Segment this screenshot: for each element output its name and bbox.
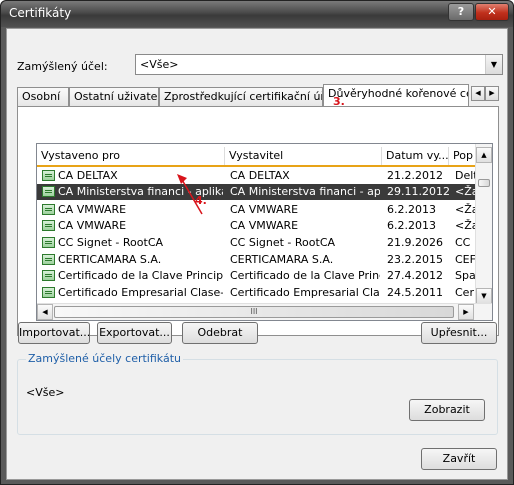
column-purposes[interactable]: Pop: [449, 147, 477, 165]
table-row[interactable]: Certificado Empresarial Clase-A Certific…: [37, 285, 477, 301]
annotation-arrow-head: [177, 174, 187, 184]
column-issuer[interactable]: Vystavitel: [225, 147, 382, 165]
cell-date: 6.2.2013: [387, 219, 436, 232]
column-issued-to[interactable]: Vystaveno pro: [37, 147, 225, 165]
certificate-icon: [42, 170, 55, 181]
certificate-icon: [42, 204, 55, 215]
cell-purpose: Delt: [455, 169, 477, 182]
cell-issuer: CA VMWARE: [230, 203, 299, 216]
help-button[interactable]: ?: [448, 3, 474, 21]
cell-issuer: CA DELTAX: [230, 169, 290, 182]
certificate-icon: [42, 287, 55, 298]
tab-personal[interactable]: Osobní: [17, 87, 69, 106]
cell-issued-to: CERTICAMARA S.A.: [58, 253, 162, 266]
cell-date: 27.4.2012: [387, 269, 443, 282]
cell-date: 23.2.2015: [387, 253, 443, 266]
cell-issued-to: CC Signet - RootCA: [58, 236, 164, 249]
cell-purpose: <Ža: [455, 185, 477, 198]
cell-date: 29.11.2012: [387, 185, 449, 198]
title-bar[interactable]: Certifikáty ? ✕: [1, 1, 513, 27]
scroll-right-icon[interactable]: ▶: [458, 304, 474, 320]
certificate-icon: [42, 254, 55, 265]
intended-purpose-label: Zamýšlený účel:: [17, 60, 108, 73]
certificate-icon: [42, 237, 55, 248]
cell-purpose: <Ža: [455, 219, 477, 232]
column-expiration[interactable]: Datum vy...: [382, 147, 449, 165]
vertical-scrollbar[interactable]: ▲ ▼: [475, 144, 492, 304]
annotation-step-4: 4.: [195, 194, 207, 207]
scroll-up-icon[interactable]: ▲: [476, 147, 492, 163]
cell-date: 21.9.2026: [387, 236, 443, 249]
tab-trusted-root-cas[interactable]: Důvěryhodné kořenové cert: [323, 84, 469, 107]
certificate-icon: [42, 270, 55, 281]
tab-scroll-left-icon[interactable]: ◀: [471, 86, 485, 101]
certificate-list[interactable]: Vystaveno pro Vystavitel Datum vy... Pop…: [36, 143, 493, 321]
window-title: Certifikáty: [9, 6, 72, 20]
scroll-down-icon[interactable]: ▼: [476, 288, 492, 304]
cell-purpose: CC: [455, 236, 471, 249]
table-row[interactable]: CA VMWARE CA VMWARE 6.2.2013 <Ža: [37, 202, 477, 218]
horizontal-scroll-thumb[interactable]: III: [54, 306, 454, 318]
cell-purpose: Spa: [455, 269, 476, 282]
table-row[interactable]: CERTICAMARA S.A. CERTICAMARA S.A. 23.2.2…: [37, 252, 477, 268]
tab-scroll-right-icon[interactable]: ▶: [485, 86, 499, 101]
advanced-button[interactable]: Upřesnit...: [421, 322, 497, 344]
chevron-down-icon[interactable]: ▼: [485, 55, 502, 74]
cell-date: 21.2.2012: [387, 169, 443, 182]
cell-issuer: Certificado de la Clave Princ...: [230, 269, 380, 282]
list-header: Vystaveno pro Vystavitel Datum vy... Pop: [37, 147, 477, 167]
table-row[interactable]: CA DELTAX CA DELTAX 21.2.2012 Delt: [37, 168, 477, 184]
vertical-scroll-thumb[interactable]: [478, 179, 490, 187]
cell-purpose: <Ža: [455, 203, 477, 216]
intended-purpose-select[interactable]: <Vše> ▼: [135, 54, 503, 75]
tab-intermediate-cas[interactable]: Zprostředkující certifikační úřady: [159, 87, 323, 106]
annotation-step-3: 3.: [333, 95, 345, 108]
intended-purposes-title: Zamýšlené účely certifikátu: [26, 352, 183, 365]
certificate-icon: [42, 186, 55, 197]
intended-purposes-group: Zamýšlené účely certifikátu <Vše>: [17, 352, 498, 435]
remove-button[interactable]: Odebrat: [182, 322, 258, 344]
cell-issuer: CA Ministerstva financi - apl...: [230, 185, 380, 198]
export-button[interactable]: Exportovat...: [97, 322, 172, 344]
cell-issuer: CC Signet - RootCA: [230, 236, 336, 249]
close-window-button[interactable]: ✕: [475, 3, 509, 21]
table-row[interactable]: CA VMWARE CA VMWARE 6.2.2013 <Ža: [37, 218, 477, 234]
intended-purpose-value: <Vše>: [140, 58, 179, 71]
certificate-store-tabs: Osobní Ostatní uživatelé Zprostředkující…: [17, 84, 499, 107]
table-row[interactable]: CC Signet - RootCA CC Signet - RootCA 21…: [37, 235, 477, 251]
certificate-icon: [42, 220, 55, 231]
cell-purpose: Cer: [455, 286, 474, 299]
cell-date: 6.2.2013: [387, 203, 436, 216]
certificates-dialog: Certifikáty ? ✕ Zamýšlený účel: <Vše> ▼ …: [0, 0, 514, 485]
tab-other-people[interactable]: Ostatní uživatelé: [69, 87, 159, 106]
close-button[interactable]: Zavřít: [421, 448, 497, 470]
dialog-client-area: Zamýšlený účel: <Vše> ▼ Osobní Ostatní u…: [6, 28, 508, 480]
view-button[interactable]: Zobrazit: [409, 399, 485, 421]
horizontal-scrollbar[interactable]: ◀ III ▶: [37, 303, 492, 320]
cell-issuer: CERTICAMARA S.A.: [230, 253, 334, 266]
cell-issuer: Certificado Empresarial Clas...: [230, 286, 380, 299]
cell-date: 24.5.2011: [387, 286, 443, 299]
scroll-left-icon[interactable]: ◀: [37, 304, 53, 320]
table-row-selected[interactable]: CA Ministerstva financi - aplikace CA Mi…: [37, 184, 477, 200]
cell-purpose: CEF: [455, 253, 476, 266]
table-row[interactable]: Certificado de la Clave Principal Certif…: [37, 268, 477, 284]
import-button[interactable]: Importovat...: [18, 322, 90, 344]
cell-issued-to: Certificado Empresarial Clase-A: [58, 286, 223, 299]
cell-issuer: CA VMWARE: [230, 219, 299, 232]
intended-purposes-value: <Vše>: [26, 386, 65, 399]
cell-issued-to: Certificado de la Clave Principal: [58, 269, 223, 282]
